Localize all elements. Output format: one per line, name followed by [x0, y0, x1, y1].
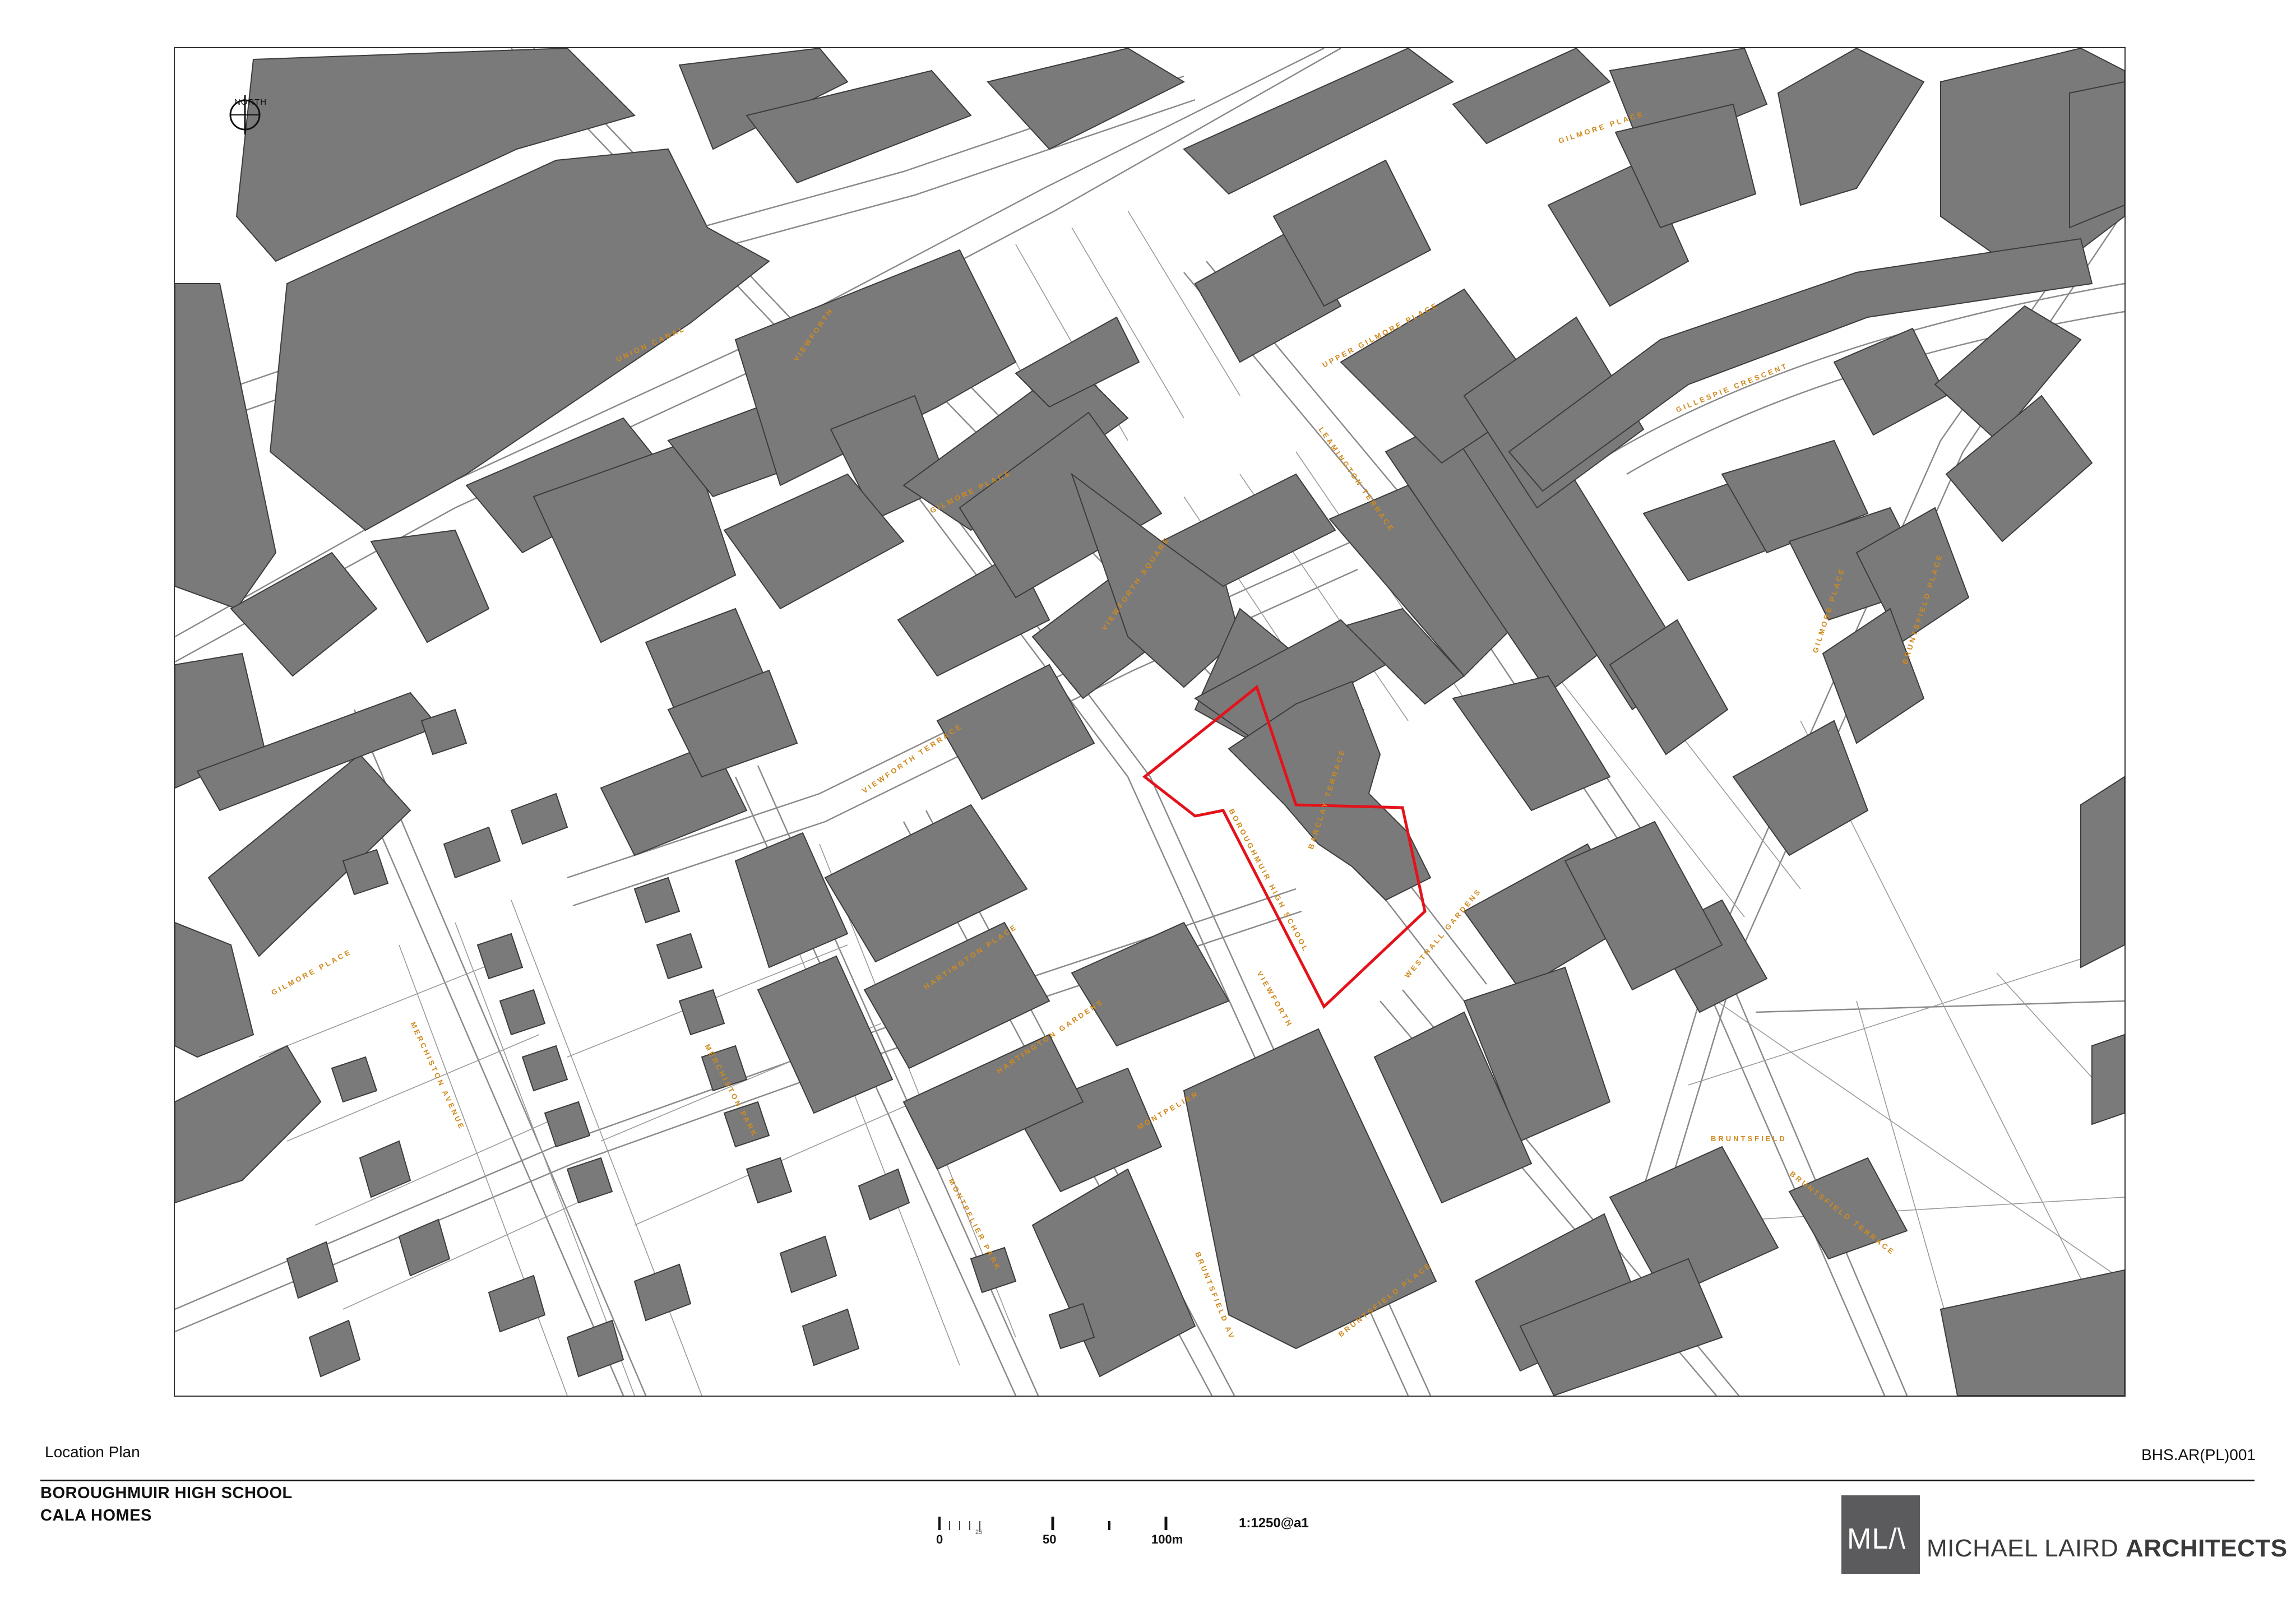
scale-label-100: 100m	[1151, 1532, 1183, 1546]
logo-wordmark: MICHAEL LAIRD ARCHITECTS	[1927, 1535, 2288, 1563]
map-canvas: UNION CANAL GILMORE PLACE GILMORE PLACE …	[175, 48, 2124, 1396]
scale-ratio: 1:1250@a1	[1239, 1516, 1309, 1531]
street-label: BRUNTSFIELD	[1711, 1134, 1787, 1143]
north-arrow-icon	[229, 95, 261, 135]
logo-name-regular: MICHAEL LAIRD	[1927, 1535, 2126, 1562]
location-map: UNION CANAL GILMORE PLACE GILMORE PLACE …	[174, 47, 2126, 1397]
title-divider	[40, 1480, 2255, 1481]
sheet-title: Location Plan	[45, 1443, 140, 1461]
scale-ticks	[938, 1517, 1168, 1530]
svg-text:VIEWFORTH TERRACE: VIEWFORTH TERRACE	[860, 721, 964, 795]
scale-label-0: 0	[936, 1532, 943, 1546]
street-label: GILMORE PLACE	[270, 947, 353, 997]
client-name: CALA HOMES	[40, 1507, 152, 1524]
svg-text:WESTHALL GARDENS: WESTHALL GARDENS	[1403, 887, 1483, 980]
street-label: VIEWFORTH TERRACE	[860, 721, 964, 795]
street-label: WESTHALL GARDENS	[1403, 887, 1483, 980]
company-logo: ML/\ MICHAEL LAIRD ARCHITECTS	[1841, 1495, 2287, 1574]
logo-name-bold: ARCHITECTS	[2126, 1535, 2288, 1562]
street-label: MERCHISTON AVENUE	[409, 1021, 466, 1132]
scale-label-50: 50	[1043, 1532, 1057, 1546]
svg-text:BRUNTSFIELD: BRUNTSFIELD	[1711, 1134, 1787, 1143]
scale-bar: 0 25 50 100m	[936, 1513, 1228, 1553]
north-arrow: NORTH	[225, 95, 276, 157]
drawing-number: BHS.AR(PL)001	[2141, 1446, 2256, 1463]
svg-text:GILMORE PLACE: GILMORE PLACE	[270, 947, 353, 997]
project-name: BOROUGHMUIR HIGH SCHOOL	[40, 1484, 293, 1502]
logo-mark: ML/\	[1841, 1495, 1920, 1574]
buildings	[175, 48, 2124, 1396]
svg-text:MERCHISTON AVENUE: MERCHISTON AVENUE	[409, 1021, 466, 1132]
logo-mark-text: ML/\	[1847, 1523, 1906, 1555]
scale-label-25: 25	[975, 1529, 983, 1536]
